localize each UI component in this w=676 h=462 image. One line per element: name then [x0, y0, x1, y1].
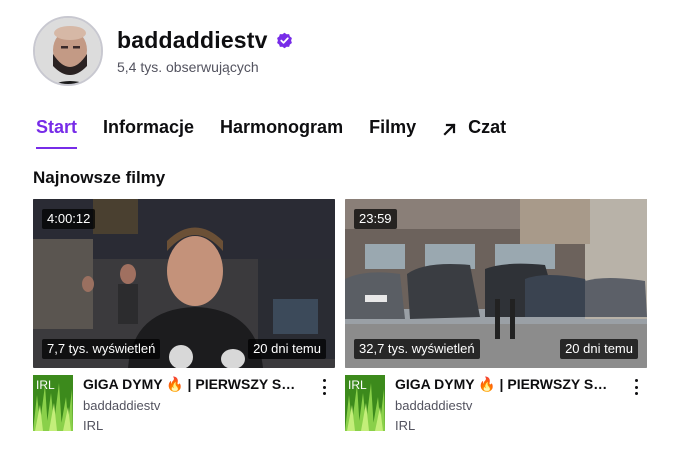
category-box-art[interactable]: IRL: [345, 375, 385, 431]
video-category-link[interactable]: IRL: [83, 418, 305, 433]
more-options-icon[interactable]: [321, 379, 327, 395]
views-badge: 7,7 tys. wyświetleń: [42, 339, 161, 359]
video-title[interactable]: GIGA DYMY 🔥 | PIERWSZY STREAM: [395, 376, 615, 393]
section-title: Najnowsze filmy: [33, 168, 166, 187]
channel-tabs: Start Informacje Harmonogram Filmy Czat: [36, 115, 532, 149]
age-badge: 20 dni temu: [560, 339, 638, 359]
duration-badge: 23:59: [354, 209, 397, 229]
category-box-label: IRL: [348, 378, 367, 392]
video-card: 4:00:12 7,7 tys. wyświetleń 20 dni temu …: [33, 199, 335, 433]
video-card: 23:59 32,7 tys. wyświetleń 20 dni temu I…: [345, 199, 647, 433]
video-channel-link[interactable]: baddaddiestv: [395, 398, 617, 413]
more-options-icon[interactable]: [633, 379, 639, 395]
tab-informacje[interactable]: Informacje: [103, 115, 194, 149]
followers-count: 5,4 tys. obserwujących: [117, 59, 259, 75]
video-channel-link[interactable]: baddaddiestv: [83, 398, 305, 413]
views-badge: 32,7 tys. wyświetleń: [354, 339, 480, 359]
video-category-link[interactable]: IRL: [395, 418, 617, 433]
tab-czat[interactable]: Czat: [442, 115, 506, 149]
channel-name[interactable]: baddaddiestv: [117, 27, 268, 54]
video-thumbnail[interactable]: 4:00:12 7,7 tys. wyświetleń 20 dni temu: [33, 199, 335, 368]
avatar[interactable]: [33, 16, 103, 86]
video-title[interactable]: GIGA DYMY 🔥 | PIERWSZY STREAM: [83, 376, 303, 393]
category-box-art[interactable]: IRL: [33, 375, 73, 431]
category-box-label: IRL: [36, 378, 55, 392]
channel-header: baddaddiestv 5,4 tys. obserwujących: [33, 14, 293, 88]
arrow-up-right-icon: [443, 123, 456, 136]
tab-harmonogram[interactable]: Harmonogram: [220, 115, 343, 149]
verified-badge-icon: [276, 32, 293, 49]
duration-badge: 4:00:12: [42, 209, 96, 229]
tab-filmy[interactable]: Filmy: [369, 115, 416, 149]
tab-start[interactable]: Start: [36, 115, 78, 149]
tab-informacje-label: Informacje: [103, 117, 195, 137]
age-badge: 20 dni temu: [248, 339, 326, 359]
tab-start-label: Start: [36, 117, 78, 137]
video-thumbnail[interactable]: 23:59 32,7 tys. wyświetleń 20 dni temu: [345, 199, 647, 368]
tab-harmonogram-label: Harmonogram: [220, 117, 344, 137]
tab-czat-label: Czat: [468, 117, 507, 137]
tab-filmy-label: Filmy: [369, 117, 417, 137]
